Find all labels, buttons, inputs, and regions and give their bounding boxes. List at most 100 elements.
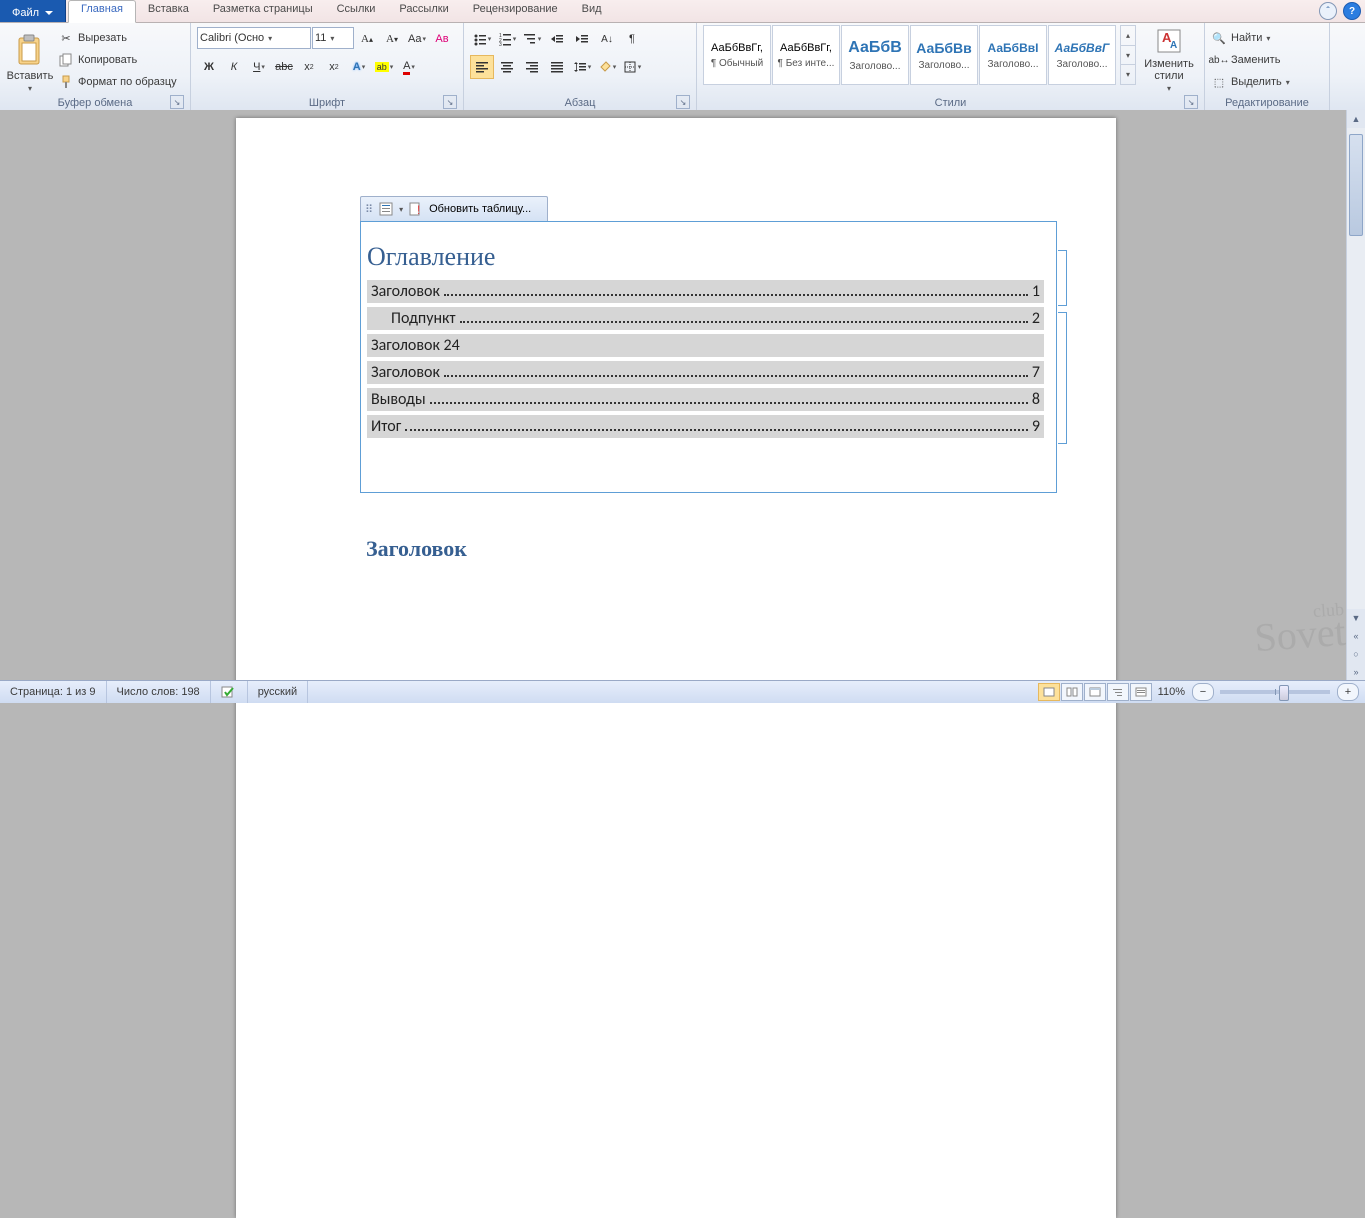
- cut-label: Вырезать: [78, 32, 127, 44]
- tab-view[interactable]: Вид: [570, 0, 614, 22]
- subscript-button[interactable]: x2: [297, 55, 321, 79]
- toc-entry[interactable]: Итог9: [367, 415, 1044, 438]
- superscript-button[interactable]: x2: [322, 55, 346, 79]
- shading-button[interactable]: ▾: [595, 55, 619, 79]
- underline-button[interactable]: Ч▾: [247, 55, 271, 79]
- change-styles-button[interactable]: AA Изменить стили ▾: [1140, 25, 1198, 93]
- prev-page-icon[interactable]: «: [1347, 627, 1365, 645]
- web-layout-view-button[interactable]: [1084, 683, 1106, 701]
- style-gallery-item[interactable]: АаБбВвЗаголово...: [910, 25, 978, 85]
- numbering-button[interactable]: 123▾: [495, 27, 519, 51]
- clipboard-dialog-launcher[interactable]: ↘: [170, 95, 184, 109]
- align-left-button[interactable]: [470, 55, 494, 79]
- show-marks-button[interactable]: ¶: [620, 27, 644, 51]
- tab-file[interactable]: Файл: [0, 0, 66, 22]
- help-icon[interactable]: ?: [1343, 2, 1361, 20]
- select-button[interactable]: ⬚Выделить▾: [1211, 72, 1323, 92]
- bullets-button[interactable]: ▾: [470, 27, 494, 51]
- toc-entry[interactable]: Заголовок7: [367, 361, 1044, 384]
- minimize-ribbon-icon[interactable]: ˆ: [1319, 2, 1337, 20]
- strikethrough-button[interactable]: abc: [272, 55, 296, 79]
- toc-update-label[interactable]: Обновить таблицу...: [429, 203, 531, 215]
- vertical-scrollbar[interactable]: ▲ ▼ « ○ »: [1346, 110, 1365, 681]
- tab-mailings[interactable]: Рассылки: [387, 0, 460, 22]
- borders-button[interactable]: ▾: [620, 55, 644, 79]
- style-gallery-item[interactable]: АаБбВвIЗаголово...: [979, 25, 1047, 85]
- browse-object-icon[interactable]: ○: [1347, 645, 1365, 663]
- toc-menu-icon[interactable]: [379, 202, 393, 216]
- font-name-combo[interactable]: Calibri (Осно▾: [197, 27, 311, 49]
- font-dialog-launcher[interactable]: ↘: [443, 95, 457, 109]
- zoom-slider-thumb[interactable]: [1279, 685, 1289, 701]
- text-effects-icon: A: [353, 61, 361, 73]
- increase-indent-button[interactable]: [570, 27, 594, 51]
- styles-gallery[interactable]: АаБбВвГг,¶ ОбычныйАаБбВвГг,¶ Без инте...…: [703, 25, 1116, 85]
- text-effects-button[interactable]: A▾: [347, 55, 371, 79]
- zoom-slider[interactable]: [1220, 690, 1330, 694]
- fullscreen-reading-view-button[interactable]: [1061, 683, 1083, 701]
- toc-field[interactable]: ⠿ ▾ ! Обновить таблицу... Оглавление Заг…: [360, 196, 1057, 493]
- replace-button[interactable]: ab↔Заменить: [1211, 50, 1323, 70]
- group-clipboard: Вставить ▾ ✂Вырезать Копировать Формат п…: [0, 23, 191, 111]
- decrease-indent-button[interactable]: [545, 27, 569, 51]
- copy-button[interactable]: Копировать: [58, 50, 177, 70]
- toc-entry[interactable]: Заголовок1: [367, 280, 1044, 303]
- shrink-font-button[interactable]: A▾: [380, 27, 404, 51]
- paste-button[interactable]: Вставить ▾: [6, 25, 54, 93]
- font-size-combo[interactable]: 11▾: [312, 27, 354, 49]
- toc-update-icon[interactable]: !: [409, 202, 423, 216]
- zoom-level[interactable]: 110%: [1158, 686, 1185, 698]
- grow-font-button[interactable]: A▴: [355, 27, 379, 51]
- status-language[interactable]: русский: [248, 681, 308, 703]
- zoom-in-button[interactable]: +: [1337, 683, 1359, 701]
- line-spacing-button[interactable]: ▾: [570, 55, 594, 79]
- toc-entry-text: Итог: [371, 417, 401, 436]
- font-color-button[interactable]: A▾: [397, 55, 421, 79]
- cut-button[interactable]: ✂Вырезать: [58, 28, 177, 48]
- paragraph-dialog-launcher[interactable]: ↘: [676, 95, 690, 109]
- align-center-button[interactable]: [495, 55, 519, 79]
- toc-entry[interactable]: Заголовок 24: [367, 334, 1044, 357]
- find-button[interactable]: 🔍Найти▾: [1211, 28, 1323, 48]
- outline-view-button[interactable]: [1107, 683, 1129, 701]
- style-name-label: ¶ Без инте...: [773, 58, 839, 69]
- scroll-down-icon[interactable]: ▼: [1347, 609, 1365, 627]
- style-gallery-item[interactable]: АаБбВЗаголово...: [841, 25, 909, 85]
- tab-page-layout[interactable]: Разметка страницы: [201, 0, 325, 22]
- tab-review[interactable]: Рецензирование: [461, 0, 570, 22]
- document-page[interactable]: ⠿ ▾ ! Обновить таблицу... Оглавление Заг…: [236, 118, 1116, 1218]
- print-layout-view-button[interactable]: [1038, 683, 1060, 701]
- tab-home[interactable]: Главная: [68, 0, 136, 23]
- italic-button[interactable]: К: [222, 55, 246, 79]
- toc-entry[interactable]: Выводы8: [367, 388, 1044, 411]
- status-page[interactable]: Страница: 1 из 9: [0, 681, 107, 703]
- toc-entry[interactable]: Подпункт2: [367, 307, 1044, 330]
- style-gallery-item[interactable]: АаБбВвГг,¶ Обычный: [703, 25, 771, 85]
- status-word-count[interactable]: Число слов: 198: [107, 681, 211, 703]
- format-painter-button[interactable]: Формат по образцу: [58, 72, 177, 92]
- scroll-thumb[interactable]: [1349, 134, 1363, 236]
- zoom-out-button[interactable]: −: [1192, 683, 1214, 701]
- sort-button[interactable]: A↓: [595, 27, 619, 51]
- bold-button[interactable]: Ж: [197, 55, 221, 79]
- styles-gallery-nav[interactable]: ▴▾▾: [1120, 25, 1136, 85]
- scroll-up-icon[interactable]: ▲: [1347, 110, 1365, 128]
- toc-bracket-icon: [1058, 312, 1067, 444]
- change-case-button[interactable]: Aa▾: [405, 27, 429, 51]
- next-page-icon[interactable]: »: [1347, 663, 1365, 681]
- draft-view-button[interactable]: [1130, 683, 1152, 701]
- styles-dialog-launcher[interactable]: ↘: [1184, 95, 1198, 109]
- align-right-button[interactable]: [520, 55, 544, 79]
- multilevel-list-button[interactable]: ▾: [520, 27, 544, 51]
- justify-button[interactable]: [545, 55, 569, 79]
- heading-1-text[interactable]: Заголовок: [366, 536, 467, 562]
- style-gallery-item[interactable]: АаБбВвГг,¶ Без инте...: [772, 25, 840, 85]
- highlight-button[interactable]: ab▾: [372, 55, 396, 79]
- status-spellcheck[interactable]: [211, 681, 248, 703]
- tab-references[interactable]: Ссылки: [325, 0, 388, 22]
- toc-grip-icon[interactable]: ⠿: [365, 203, 373, 216]
- style-gallery-item[interactable]: АаБбВвГЗаголово...: [1048, 25, 1116, 85]
- clear-formatting-button[interactable]: Aʙ: [430, 27, 454, 51]
- toc-entry-text: Заголовок: [371, 282, 440, 301]
- tab-insert[interactable]: Вставка: [136, 0, 201, 22]
